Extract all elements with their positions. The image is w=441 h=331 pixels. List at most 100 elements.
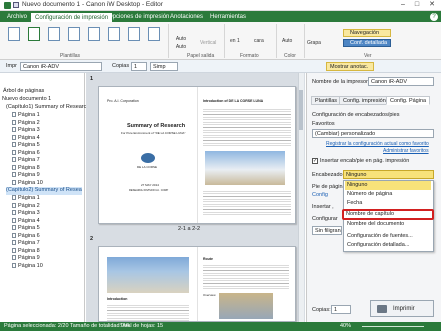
template-thumb-5[interactable] xyxy=(88,27,100,41)
text-block xyxy=(203,263,289,289)
header-select[interactable]: Ninguno xyxy=(343,170,434,179)
company-logo xyxy=(141,153,155,163)
print-button[interactable]: Imprimir xyxy=(370,300,434,317)
page-icon xyxy=(12,232,16,238)
tree-page-label: Página 5 xyxy=(18,225,40,231)
template-thumb-3[interactable] xyxy=(48,27,60,41)
tree-page-label: Página 9 xyxy=(18,172,40,178)
pages-per-sheet-button[interactable]: en 1 xyxy=(230,38,240,44)
navigation-button[interactable]: Navegación xyxy=(343,29,391,37)
group-label-color: Color xyxy=(284,53,296,59)
tree-page[interactable]: Página 4 xyxy=(12,135,40,143)
page-icon xyxy=(12,210,16,216)
staple-button[interactable]: Grapa xyxy=(307,40,321,46)
tree-page[interactable]: Página 5 xyxy=(12,142,40,150)
show-annotations-button[interactable]: Mostrar anotac. xyxy=(326,62,374,71)
tree-page[interactable]: Página 6 xyxy=(12,150,40,158)
dropdown-option-config-fuentes[interactable]: Configuración de fuentes... xyxy=(345,232,431,241)
tree-page[interactable]: Página 9 xyxy=(12,255,40,263)
tree-page[interactable]: Página 6 xyxy=(12,233,40,241)
tree-page[interactable]: Página 2 xyxy=(12,203,40,211)
group-label-papel-salida: Papel salida xyxy=(187,53,215,59)
tree-page-label: Página 5 xyxy=(18,142,40,148)
minimize-icon[interactable]: – xyxy=(396,0,410,10)
template-thumb-4[interactable] xyxy=(68,27,80,41)
tree-page[interactable]: Página 10 xyxy=(12,263,43,271)
tree-page[interactable]: Página 3 xyxy=(12,127,40,135)
printer-icon xyxy=(377,305,387,313)
preview-spread-2[interactable]: Introduction Route Overview xyxy=(98,246,296,322)
tab-anotaciones[interactable]: Anotaciones xyxy=(166,12,207,22)
maximize-icon[interactable]: □ xyxy=(410,0,424,10)
tab-configuracion-impresion[interactable]: Configuración de impresión xyxy=(30,12,114,22)
save-icon[interactable] xyxy=(13,2,19,8)
tab-config-pagina[interactable]: Config. Página xyxy=(386,96,431,105)
insert-header-footer-checkbox[interactable]: ✓ xyxy=(312,158,318,164)
tab-config-impresion[interactable]: Config. impresión xyxy=(339,96,390,105)
preview-spread-1[interactable]: Pro. A.I. Corporation Summary of Researc… xyxy=(98,86,296,224)
printer-name-select[interactable]: Canon iR-ADV xyxy=(368,77,434,86)
tab-archivo[interactable]: Archivo xyxy=(3,12,31,22)
tab-plantillas[interactable]: Plantillas xyxy=(311,96,342,105)
tree-page[interactable]: Página 4 xyxy=(12,218,40,226)
dropdown-option-nombre-capitulo[interactable]: Nombre de capítulo xyxy=(342,209,434,220)
tree-chapter-1[interactable]: (Capítulo1) Summary of Research xyxy=(6,104,89,112)
register-favorite-link[interactable]: Registrar la configuración actual como f… xyxy=(326,141,429,147)
output-size-button[interactable]: Auto xyxy=(170,44,192,50)
tree-page[interactable]: Página 7 xyxy=(12,240,40,248)
tree-page[interactable]: Página 8 xyxy=(12,248,40,256)
zoom-slider[interactable] xyxy=(362,326,424,327)
dropdown-option-nombre-documento[interactable]: Nombre del documento xyxy=(345,220,431,229)
photo xyxy=(219,293,273,319)
printer-select[interactable]: Canon iR-ADV xyxy=(20,62,102,71)
tree-document[interactable]: Nuevo documento 1 xyxy=(2,96,51,104)
dropdown-option-ninguno[interactable]: Ninguno xyxy=(345,181,431,190)
tree-page[interactable]: Página 1 xyxy=(12,112,40,120)
dropdown-option-numero-pagina[interactable]: Número de página xyxy=(345,190,431,199)
simplex-select[interactable]: Simp xyxy=(150,62,178,71)
tree-chapter-2[interactable]: (Capítulo2) Summary of Resea xyxy=(6,187,82,195)
dropdown-option-config-detallada[interactable]: Configuración detallada... xyxy=(345,241,431,250)
tree-page[interactable]: Página 2 xyxy=(12,120,40,128)
doc-header-left: Pro. A.I. Corporation xyxy=(107,99,139,103)
text-block xyxy=(107,303,189,321)
spread-label: 2-1 a 2-2 xyxy=(178,226,201,232)
tab-herramientas[interactable]: Herramientas xyxy=(206,12,250,22)
paper-size-sub: Vertical xyxy=(200,40,217,46)
template-thumb-8[interactable] xyxy=(148,27,160,41)
tree-page-label: Página 9 xyxy=(18,255,40,261)
template-thumb-2[interactable] xyxy=(28,27,40,41)
favorites-select[interactable]: (Cambiar) personalizado xyxy=(312,129,434,138)
tree-page[interactable]: Página 7 xyxy=(12,157,40,165)
template-thumb-6[interactable] xyxy=(108,27,120,41)
manage-favorites-link[interactable]: Administrar favoritos xyxy=(383,148,429,154)
copies-footer-input[interactable]: 1 xyxy=(331,305,351,314)
tree-page[interactable]: Página 3 xyxy=(12,210,40,218)
tab-opciones-impresion[interactable]: Opciones de impresión xyxy=(104,12,173,22)
paper-size-button[interactable]: Auto xyxy=(172,36,190,42)
copies-input[interactable]: 1 xyxy=(131,62,147,71)
template-thumb-1[interactable] xyxy=(8,27,20,41)
paper-size-label: Auto xyxy=(175,36,187,42)
text-block xyxy=(203,189,291,217)
duplex-button[interactable]: cara xyxy=(254,38,264,44)
watermark-select[interactable]: Sin filigrana xyxy=(312,226,342,235)
tree-page[interactable]: Página 10 xyxy=(12,180,43,188)
template-thumb-7[interactable] xyxy=(128,27,140,41)
tree-page-label: Página 8 xyxy=(18,247,40,254)
dropdown-option-fecha[interactable]: Fecha xyxy=(345,199,431,208)
detailed-settings-button[interactable]: Conf. detallada xyxy=(343,39,391,47)
status-total: Total de hojas: 15 xyxy=(120,323,164,329)
tree-page[interactable]: Página 8 xyxy=(12,165,40,173)
tree-chapter-2-label: (Capítulo2) Summary of Resea xyxy=(6,187,82,193)
detailed-settings-label: Conf. detallada xyxy=(350,40,387,46)
help-icon[interactable]: ? xyxy=(430,13,438,21)
page-icon xyxy=(12,157,16,163)
tree-page[interactable]: Página 9 xyxy=(12,172,40,180)
tree-page[interactable]: Página 1 xyxy=(12,195,40,203)
color-mode-button[interactable]: Auto xyxy=(282,38,292,44)
configure-label: Configurar xyxy=(312,216,338,222)
close-icon[interactable]: ✕ xyxy=(425,0,439,10)
scroll-thumb[interactable] xyxy=(299,90,303,130)
tree-page[interactable]: Página 5 xyxy=(12,225,40,233)
